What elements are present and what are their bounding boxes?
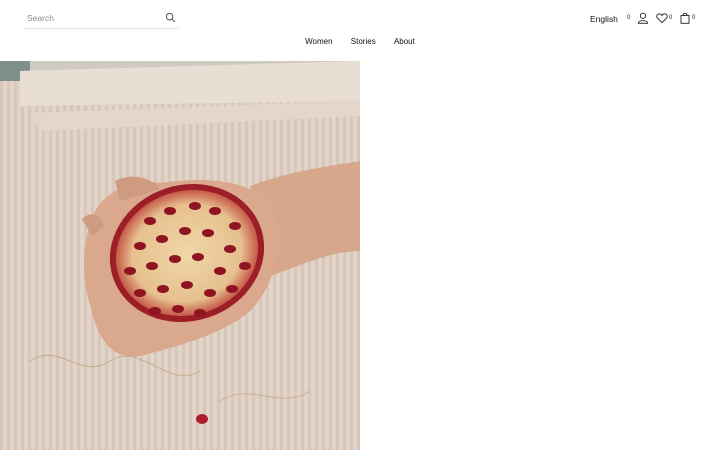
nav-item-about[interactable]: About (394, 37, 415, 46)
shopping-bag-icon[interactable] (679, 12, 691, 24)
nav-item-women[interactable]: Women (305, 37, 332, 46)
wishlist-count: 0 (669, 15, 673, 21)
heart-icon[interactable] (656, 12, 668, 24)
cart-count: 0 (692, 15, 696, 21)
language-selector[interactable]: English (590, 14, 618, 24)
pomegranate-photo (0, 61, 360, 450)
account-count: 0 (627, 15, 631, 21)
search-icon[interactable] (165, 12, 176, 23)
nav-item-stories[interactable]: Stories (351, 37, 376, 46)
main-nav: Women Stories About (0, 37, 720, 46)
hero-image (0, 61, 360, 450)
user-icon[interactable] (637, 12, 649, 24)
search-bar (23, 9, 179, 29)
search-input[interactable] (27, 10, 157, 26)
